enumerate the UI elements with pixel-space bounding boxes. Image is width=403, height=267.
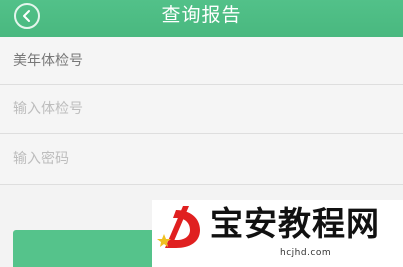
password-placeholder: 输入密码 — [13, 151, 69, 167]
exam-number-placeholder: 输入体检号 — [13, 101, 83, 117]
password-input[interactable]: 输入密码 — [0, 134, 403, 185]
report-type-value: 美年体检号 — [13, 52, 83, 69]
watermark: 宝安教程网 hcjhd.com — [152, 200, 403, 267]
title-bar: 查询报告 — [0, 0, 403, 37]
app-screen: 查询报告 美年体检号 输入体检号 输入密码 宝安教程网 hcjhd.com — [0, 0, 403, 267]
report-type-field[interactable]: 美年体检号 — [0, 37, 403, 85]
page-title: 查询报告 — [161, 4, 242, 26]
exam-number-input[interactable]: 输入体检号 — [0, 85, 403, 134]
watermark-title: 宝安教程网 — [210, 204, 380, 243]
watermark-url: hcjhd.com — [280, 248, 332, 258]
logo-icon — [156, 204, 206, 256]
